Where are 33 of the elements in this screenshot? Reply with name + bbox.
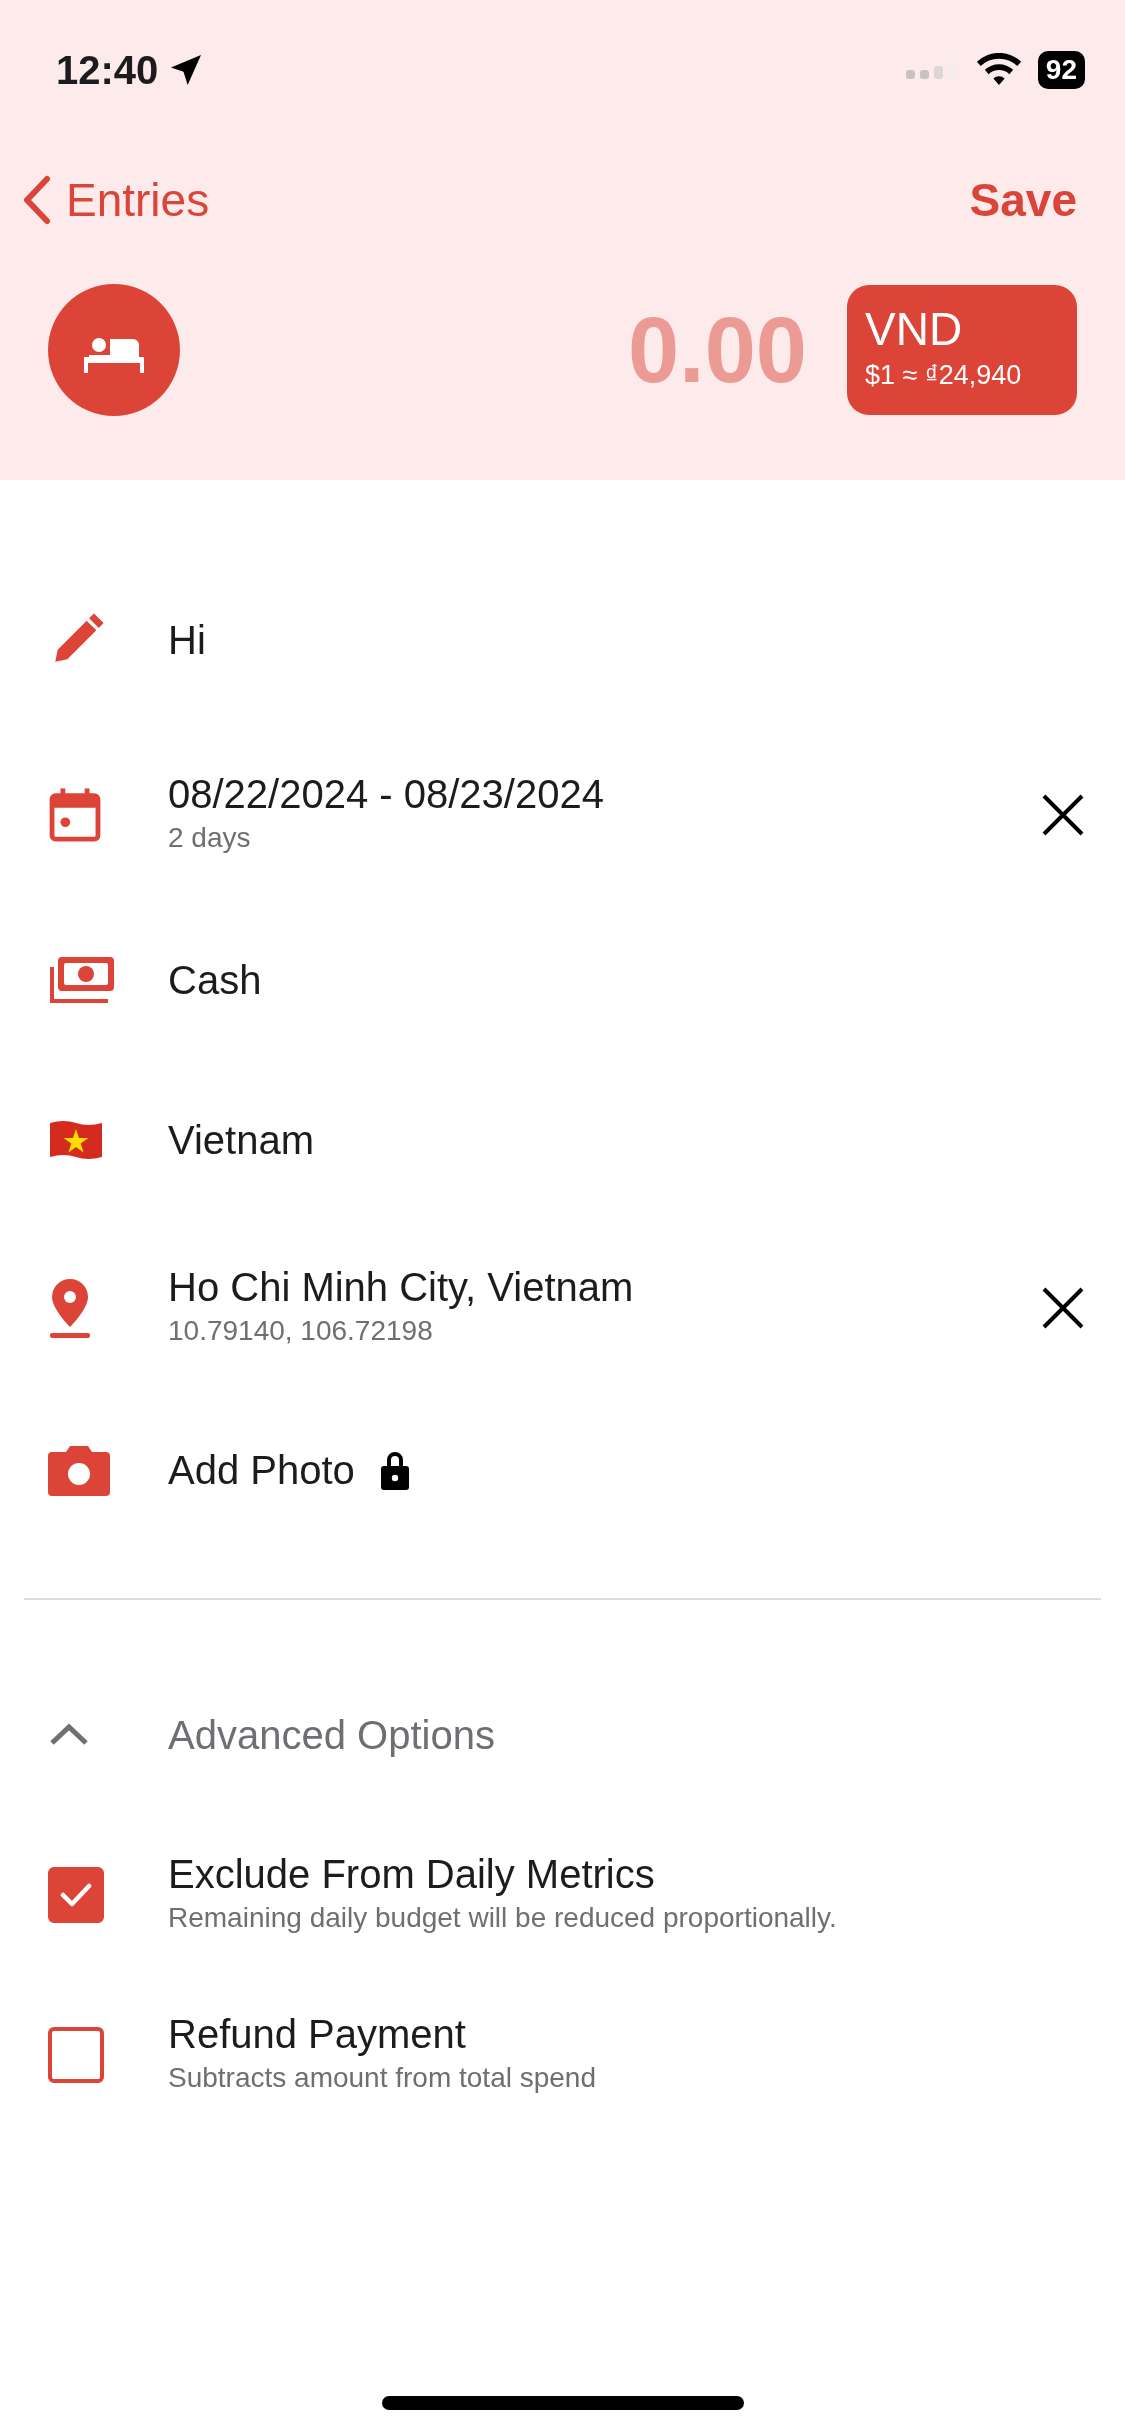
amount-value: 0.00 [627, 298, 807, 403]
row-detail: 10.79140, 106.72198 [168, 1313, 434, 1348]
wifi-icon [975, 53, 1022, 87]
save-button[interactable]: Save [969, 165, 1077, 235]
row-label[interactable]: Ho Chi Minh City, Vietnam [168, 1263, 634, 1310]
row-detail: 2 days [168, 821, 252, 855]
chevron-left-icon [22, 175, 52, 225]
row-label[interactable]: Hi [168, 617, 206, 663]
battery-level: 92 [1037, 51, 1085, 89]
row-label[interactable]: Vietnam [168, 1117, 314, 1163]
option-description: Subtracts amount from total spend [168, 2061, 596, 2095]
checkbox[interactable] [48, 1867, 104, 1923]
back-button[interactable]: Entries [22, 165, 210, 235]
map-pin-icon [48, 1276, 92, 1339]
signal-icon [905, 60, 960, 80]
clear-button[interactable] [1041, 1285, 1085, 1330]
checkmark-icon [60, 1882, 92, 1908]
chevron-up-icon[interactable] [48, 1723, 90, 1747]
status-time: 12:40 [56, 47, 159, 94]
option-label: Refund Payment [168, 2011, 467, 2057]
row-label[interactable]: Add Photo [168, 1447, 355, 1493]
option-label: Exclude From Daily Metrics [168, 1851, 656, 1897]
camera-icon [48, 1444, 110, 1496]
clear-button[interactable] [1041, 793, 1085, 837]
option-description: Remaining daily budget will be reduced proportionally. [168, 1901, 837, 1935]
currency-button[interactable]: VND $1 ≈ ₫24,940 [847, 285, 1077, 415]
flag-icon [48, 1119, 104, 1161]
row-label[interactable]: Cash [168, 957, 262, 1003]
calendar-icon [48, 786, 102, 844]
checkbox[interactable] [48, 2027, 104, 2083]
row-label[interactable]: 08/22/2024 - 08/23/2024 [168, 771, 604, 817]
banknotes-icon [48, 955, 116, 1005]
advanced-options-toggle[interactable]: Advanced Options [168, 1705, 495, 1765]
